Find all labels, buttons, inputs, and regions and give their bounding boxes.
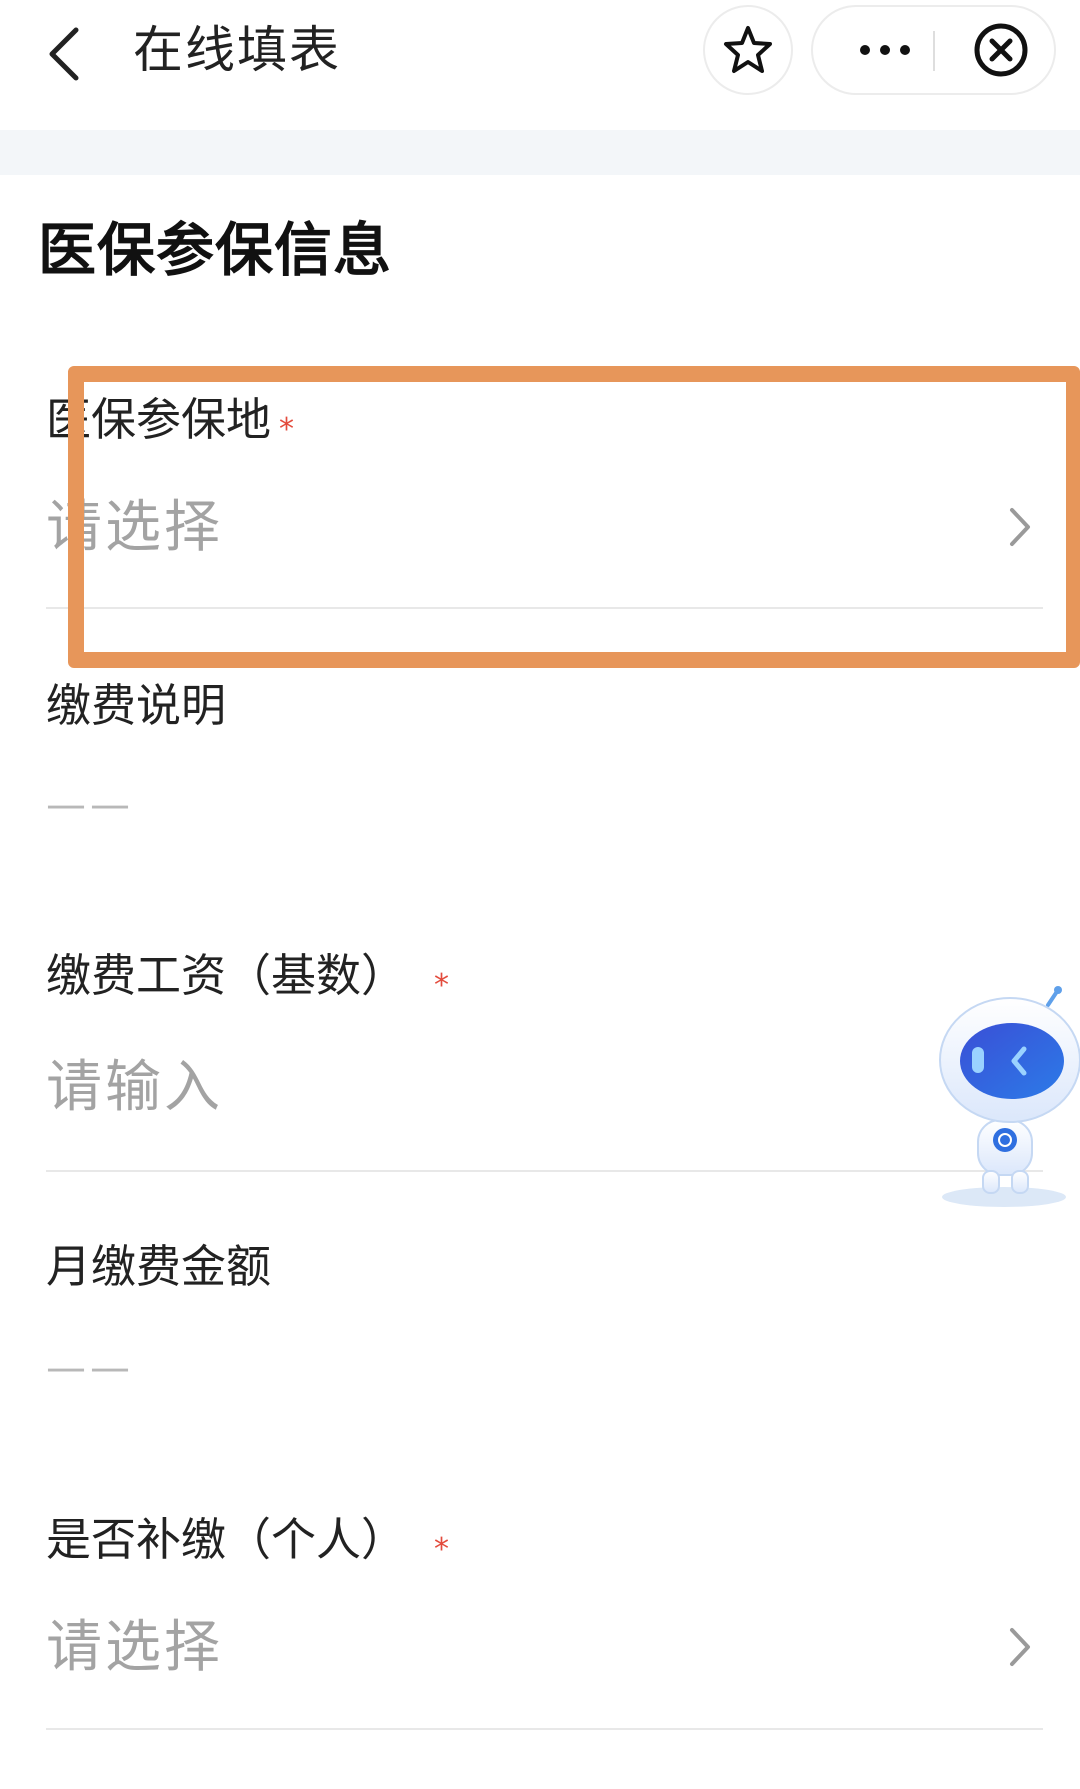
field-divider xyxy=(46,607,1043,609)
insurance-location-select[interactable]: 请选择 xyxy=(46,490,223,566)
back-payment-label: 是否补缴（个人） * xyxy=(46,1510,449,1580)
chevron-right-icon[interactable] xyxy=(1000,1622,1040,1672)
insurance-location-label-text: 医保参保地 xyxy=(46,393,272,446)
back-button[interactable] xyxy=(40,18,100,86)
assistant-robot-button[interactable] xyxy=(928,985,1080,1215)
payment-note-label: 缴费说明 xyxy=(46,679,227,732)
header-separator-band xyxy=(0,130,1080,175)
required-mark: * xyxy=(434,968,450,1003)
page-title: 在线填表 xyxy=(133,21,341,79)
favorite-button[interactable] xyxy=(703,5,793,95)
star-icon xyxy=(724,26,772,73)
salary-base-label-text: 缴费工资（基数） xyxy=(46,949,407,1002)
back-icon xyxy=(49,27,79,81)
back-payment-select[interactable]: 请选择 xyxy=(46,1610,223,1686)
monthly-amount-value: —— xyxy=(46,1345,134,1391)
required-mark: * xyxy=(279,412,295,447)
chevron-right-icon[interactable] xyxy=(1000,502,1040,552)
back-payment-label-text: 是否补缴（个人） xyxy=(46,1513,407,1566)
close-icon xyxy=(974,23,1027,77)
close-button[interactable] xyxy=(958,7,1043,93)
salary-base-input[interactable]: 请输入 xyxy=(46,1050,223,1126)
field-divider xyxy=(46,1170,1043,1172)
more-icon xyxy=(855,45,915,55)
payment-note-value: —— xyxy=(46,782,134,828)
required-mark: * xyxy=(434,1532,450,1567)
monthly-amount-label: 月缴费金额 xyxy=(46,1240,272,1293)
insurance-location-label: 医保参保地 * xyxy=(46,390,294,460)
more-button[interactable] xyxy=(835,7,935,93)
capsule-divider xyxy=(933,31,935,71)
assistant-robot-icon xyxy=(939,986,1080,1207)
section-title: 医保参保信息 xyxy=(38,216,393,284)
mini-program-capsule xyxy=(811,5,1056,95)
field-divider xyxy=(46,1728,1043,1730)
salary-base-label: 缴费工资（基数） * xyxy=(46,946,449,1016)
top-nav-bar: 在线填表 xyxy=(0,0,1080,130)
